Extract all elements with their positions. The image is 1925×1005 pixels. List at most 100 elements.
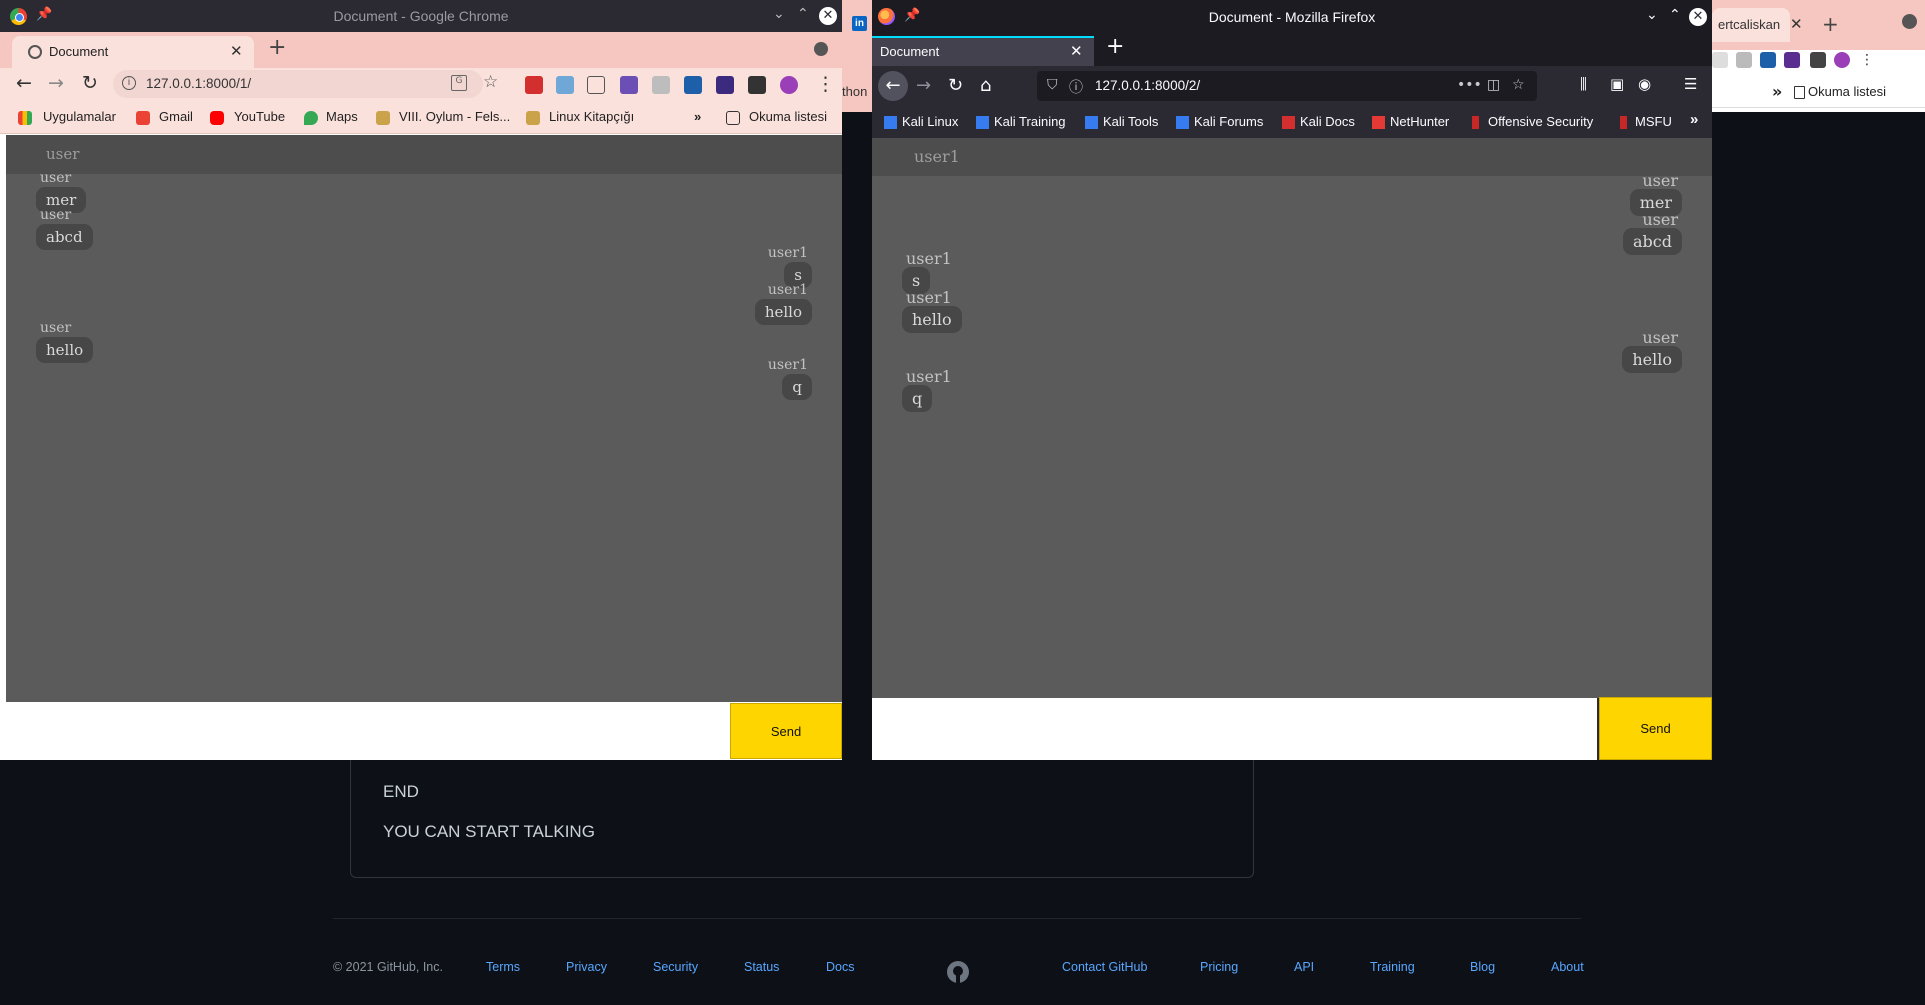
minimize-icon[interactable]: ⌄	[773, 6, 785, 22]
site-info-icon[interactable]: i	[122, 76, 136, 90]
bookmark-gmail[interactable]: Gmail	[159, 109, 193, 124]
footer-link-training[interactable]: Training	[1370, 960, 1415, 974]
menu-icon[interactable]: ⋮	[1860, 52, 1876, 68]
window-close-button[interactable]: ✕	[819, 7, 837, 25]
reload-icon[interactable]: ↻	[82, 72, 98, 94]
reading-list-label[interactable]: Okuma listesi	[1808, 84, 1886, 99]
bookmark-linux[interactable]: Linux Kitapçığı	[549, 109, 634, 124]
bookmark-kali-docs[interactable]: Kali Docs	[1300, 114, 1355, 129]
move-icon[interactable]	[587, 76, 605, 94]
sidebar-icon[interactable]: ▣	[1610, 75, 1624, 93]
address-url[interactable]: 127.0.0.1:8000/1/	[146, 76, 251, 91]
bookmark-msfu[interactable]: MSFU	[1635, 114, 1672, 129]
bookmark-oylum[interactable]: VIII. Oylum - Fels...	[399, 109, 510, 124]
bookmark-kali-training[interactable]: Kali Training	[994, 114, 1066, 129]
bookmark-youtube[interactable]: YouTube	[234, 109, 285, 124]
chat-header: user1	[872, 138, 1712, 176]
tab-document[interactable]: Document ✕	[872, 36, 1094, 66]
extension-pen-icon[interactable]	[620, 76, 638, 94]
bookmark-apps[interactable]: Uygulamalar	[43, 109, 116, 124]
tab-close-icon[interactable]: ✕	[1070, 42, 1083, 60]
forward-arrow-icon[interactable]: →	[48, 72, 64, 94]
menu-icon[interactable]: ⋮	[816, 73, 835, 95]
bookmark-kali-forums[interactable]: Kali Forums	[1194, 114, 1263, 129]
extension-l-icon[interactable]	[1760, 52, 1776, 68]
address-bar[interactable]: ⛉ ⓘ 127.0.0.1:8000/2/ ••• ◫ ☆	[1037, 71, 1537, 101]
forward-arrow-icon[interactable]: →	[916, 75, 931, 96]
message-bubble: q	[902, 385, 933, 412]
chat-header: user	[6, 135, 842, 174]
translate-icon[interactable]: G	[451, 75, 467, 91]
address-bar[interactable]: i 127.0.0.1:8000/1/ G ☆	[113, 70, 498, 98]
firefox-bookmarks-bar: Kali Linux Kali Training Kali Tools Kali…	[872, 106, 1712, 138]
account-icon[interactable]: ◉	[1638, 75, 1651, 93]
send-button[interactable]: Send	[1599, 697, 1712, 760]
puzzle-icon[interactable]	[748, 76, 766, 94]
puzzle-icon[interactable]	[1810, 52, 1826, 68]
maximize-icon[interactable]: ⌃	[1669, 7, 1681, 23]
tab-search-icon[interactable]	[814, 42, 828, 56]
background-page-strip	[842, 112, 872, 762]
background-tab[interactable]: ertcaliskan	[1712, 8, 1790, 42]
close-icon[interactable]: ✕	[1790, 15, 1803, 33]
footer-link-contact[interactable]: Contact GitHub	[1062, 960, 1147, 974]
profile-avatar-icon[interactable]	[1834, 52, 1850, 68]
bookmarks-overflow-chevron-icon[interactable]: »	[694, 109, 701, 124]
footer-link-status[interactable]: Status	[744, 960, 779, 974]
home-icon[interactable]: ⌂	[980, 75, 991, 96]
footer-link-pricing[interactable]: Pricing	[1200, 960, 1238, 974]
window-close-button[interactable]: ✕	[1689, 8, 1707, 26]
tab-close-icon[interactable]: ✕	[230, 42, 243, 60]
site-info-icon[interactable]: ⓘ	[1069, 77, 1083, 97]
page-actions-icon[interactable]: •••	[1457, 77, 1482, 93]
message-input[interactable]	[872, 698, 1597, 760]
extension-s-icon[interactable]	[525, 76, 543, 94]
kali-icon	[1085, 116, 1098, 129]
library-icon[interactable]: ⫼	[1580, 75, 1587, 93]
extension-icon[interactable]	[1712, 52, 1728, 68]
extension-image-icon[interactable]	[556, 76, 574, 94]
bookmark-kali-linux[interactable]: Kali Linux	[902, 114, 958, 129]
bookmark-maps[interactable]: Maps	[326, 109, 358, 124]
profile-avatar-icon[interactable]	[780, 76, 798, 94]
bookmarks-overflow-chevron-icon[interactable]: »	[1690, 111, 1698, 128]
footer-link-security[interactable]: Security	[653, 960, 698, 974]
footer-link-blog[interactable]: Blog	[1470, 960, 1495, 974]
menu-icon[interactable]: ☰	[1684, 75, 1697, 93]
camera-icon[interactable]	[1736, 52, 1752, 68]
back-arrow-icon[interactable]: ←	[878, 71, 908, 101]
tab-document[interactable]: Document ✕	[12, 36, 254, 68]
send-button[interactable]: Send	[730, 703, 842, 759]
camera-icon[interactable]	[652, 76, 670, 94]
pocket-icon[interactable]: ◫	[1487, 77, 1500, 93]
bookmark-offensive-security[interactable]: Offensive Security	[1488, 114, 1593, 129]
footer-link-about[interactable]: About	[1551, 960, 1584, 974]
message-input[interactable]	[6, 703, 727, 760]
bookmark-star-icon[interactable]: ☆	[483, 72, 498, 92]
github-logo-icon[interactable]	[946, 960, 970, 984]
new-tab-button[interactable]: +	[1106, 34, 1124, 59]
tab-search-icon[interactable]	[1902, 14, 1917, 29]
bookmark-star-icon[interactable]: ☆	[1512, 77, 1525, 93]
reading-list[interactable]: Okuma listesi	[749, 109, 827, 124]
new-tab-icon[interactable]: +	[1822, 12, 1839, 36]
extension-l-icon[interactable]	[684, 76, 702, 94]
reload-icon[interactable]: ↻	[948, 75, 963, 96]
back-arrow-icon[interactable]: ←	[16, 72, 32, 94]
bookmark-nethunter[interactable]: NetHunter	[1390, 114, 1449, 129]
footer-link-api[interactable]: API	[1294, 960, 1314, 974]
kali-docs-icon	[1282, 116, 1295, 129]
footer-link-terms[interactable]: Terms	[486, 960, 520, 974]
footer-link-docs[interactable]: Docs	[826, 960, 854, 974]
shield-icon[interactable]: ⛉	[1047, 77, 1058, 93]
maximize-icon[interactable]: ⌃	[797, 6, 809, 22]
footer-copyright: © 2021 GitHub, Inc.	[333, 960, 443, 974]
chevron-icon[interactable]: »	[1772, 82, 1782, 101]
extension-badge-icon[interactable]	[1784, 52, 1800, 68]
new-tab-button[interactable]: +	[268, 35, 286, 60]
extension-badge-icon[interactable]	[716, 76, 734, 94]
bookmark-kali-tools[interactable]: Kali Tools	[1103, 114, 1158, 129]
minimize-icon[interactable]: ⌄	[1646, 7, 1658, 23]
address-url[interactable]: 127.0.0.1:8000/2/	[1095, 78, 1200, 93]
footer-link-privacy[interactable]: Privacy	[566, 960, 607, 974]
